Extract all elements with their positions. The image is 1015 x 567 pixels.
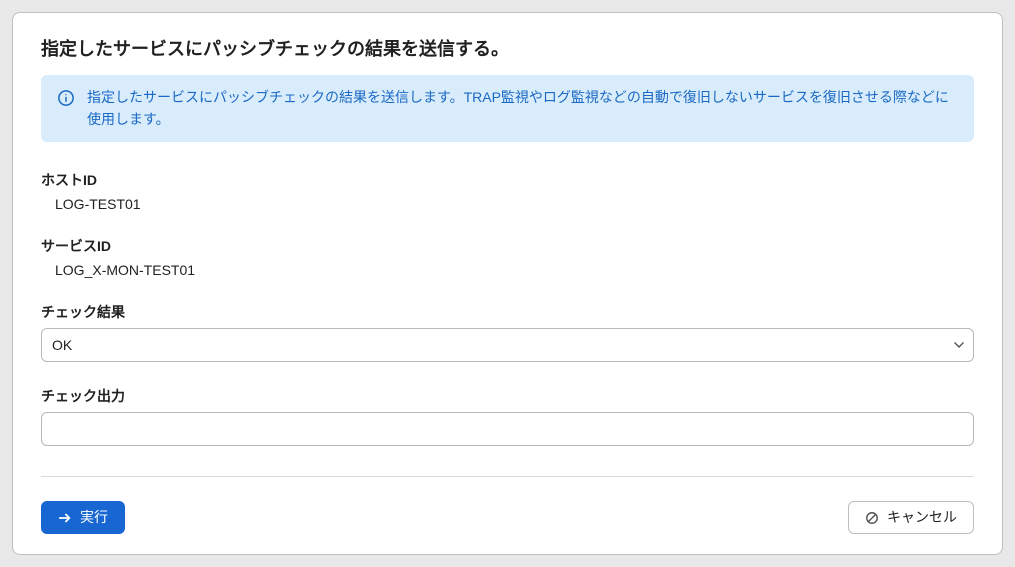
service-id-label: サービスID <box>41 236 974 256</box>
info-banner: 指定したサービスにパッシブチェックの結果を送信します。TRAP監視やログ監視など… <box>41 75 974 142</box>
cancel-button-label: キャンセル <box>887 509 957 526</box>
check-result-field: チェック結果 OK <box>41 302 974 362</box>
check-output-field: チェック出力 <box>41 386 974 446</box>
cancel-button[interactable]: キャンセル <box>848 501 974 534</box>
execute-button[interactable]: 実行 <box>41 501 125 534</box>
actions-row: 実行 キャンセル <box>41 501 974 534</box>
host-id-label: ホストID <box>41 170 974 190</box>
host-id-value: LOG-TEST01 <box>41 196 974 212</box>
divider <box>41 476 974 477</box>
cancel-icon <box>865 511 879 525</box>
check-output-label: チェック出力 <box>41 386 974 406</box>
service-id-value: LOG_X-MON-TEST01 <box>41 262 974 278</box>
check-output-input[interactable] <box>41 412 974 446</box>
host-id-field: ホストID LOG-TEST01 <box>41 170 974 212</box>
check-result-label: チェック結果 <box>41 302 974 322</box>
info-text: 指定したサービスにパッシブチェックの結果を送信します。TRAP監視やログ監視など… <box>87 87 958 130</box>
arrow-right-icon <box>58 511 72 525</box>
service-id-field: サービスID LOG_X-MON-TEST01 <box>41 236 974 278</box>
panel-title: 指定したサービスにパッシブチェックの結果を送信する。 <box>41 35 974 61</box>
execute-button-label: 実行 <box>80 509 108 526</box>
passive-check-panel: 指定したサービスにパッシブチェックの結果を送信する。 指定したサービスにパッシブ… <box>12 12 1003 555</box>
check-result-select[interactable]: OK <box>41 328 974 362</box>
info-icon <box>57 89 75 107</box>
